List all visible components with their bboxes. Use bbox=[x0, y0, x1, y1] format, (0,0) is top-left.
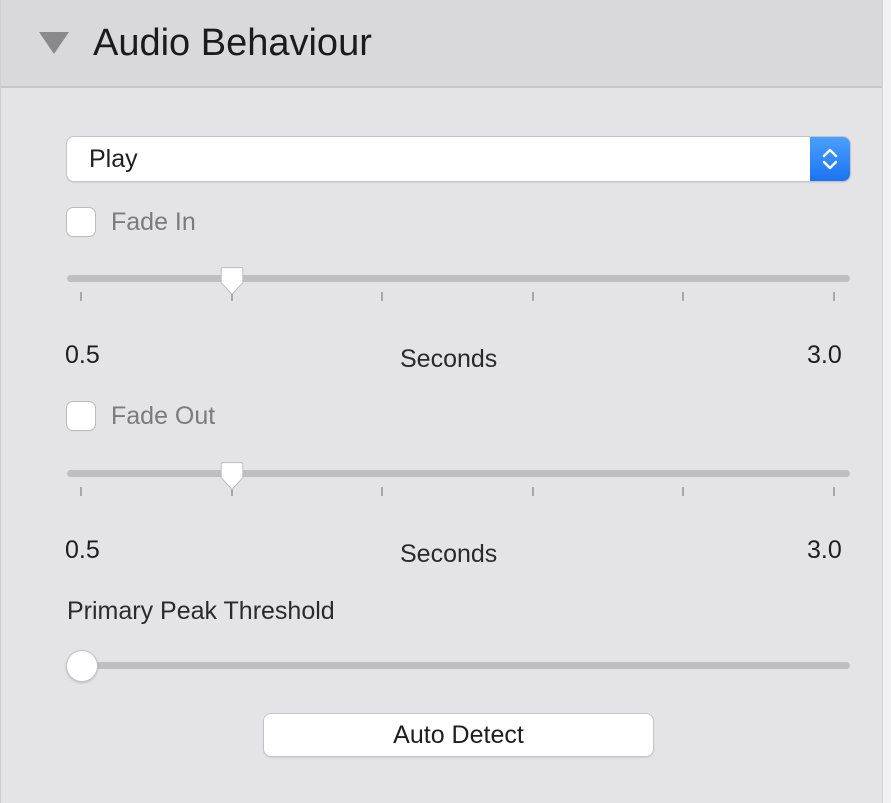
fade-in-checkbox[interactable] bbox=[67, 208, 95, 236]
fade-out-slider-track[interactable] bbox=[67, 470, 850, 477]
disclosure-triangle-icon[interactable] bbox=[39, 32, 69, 54]
fade-in-slider-tick bbox=[381, 292, 383, 301]
fade-out-slider-tick bbox=[833, 487, 835, 496]
section-title: Audio Behaviour bbox=[93, 22, 372, 64]
action-select-value: Play bbox=[89, 145, 138, 173]
fade-in-slider-ticks bbox=[80, 292, 835, 304]
fade-out-slider-tick bbox=[682, 487, 684, 496]
action-select[interactable]: Play bbox=[67, 137, 850, 181]
fade-out-slider-thumb[interactable] bbox=[217, 461, 247, 491]
fade-out-slider-tick bbox=[80, 487, 82, 496]
fade-out-slider-tick bbox=[381, 487, 383, 496]
fade-out-max-label: 3.0 bbox=[807, 536, 842, 564]
auto-detect-button[interactable]: Auto Detect bbox=[264, 714, 653, 756]
fade-in-slider-tick bbox=[682, 292, 684, 301]
fade-out-min-label: 0.5 bbox=[65, 536, 100, 564]
peak-threshold-label: Primary Peak Threshold bbox=[67, 597, 335, 625]
fade-in-min-label: 0.5 bbox=[65, 341, 100, 369]
audio-behaviour-panel: Audio Behaviour Play Fade In 0.5 Seconds… bbox=[0, 0, 883, 803]
fade-in-slider-track[interactable] bbox=[67, 275, 850, 282]
fade-in-row[interactable]: Fade In bbox=[67, 206, 367, 238]
peak-threshold-slider-track[interactable] bbox=[67, 662, 850, 669]
fade-in-label: Fade In bbox=[111, 208, 196, 236]
fade-out-label: Fade Out bbox=[111, 402, 216, 430]
fade-in-slider-tick bbox=[532, 292, 534, 301]
fade-in-max-label: 3.0 bbox=[807, 341, 842, 369]
fade-in-slider-thumb[interactable] bbox=[217, 266, 247, 296]
fade-in-units-label: Seconds bbox=[400, 345, 498, 373]
fade-in-slider-tick bbox=[80, 292, 82, 301]
section-header[interactable]: Audio Behaviour bbox=[1, 0, 883, 88]
select-stepper-icon[interactable] bbox=[810, 137, 850, 181]
peak-threshold-slider-thumb[interactable] bbox=[67, 651, 97, 681]
fade-in-slider-tick bbox=[833, 292, 835, 301]
window-edge bbox=[882, 0, 891, 803]
fade-out-slider-ticks bbox=[80, 487, 835, 499]
fade-out-units-label: Seconds bbox=[400, 540, 498, 568]
fade-out-row[interactable]: Fade Out bbox=[67, 400, 367, 432]
fade-out-slider-tick bbox=[532, 487, 534, 496]
fade-out-checkbox[interactable] bbox=[67, 402, 95, 430]
